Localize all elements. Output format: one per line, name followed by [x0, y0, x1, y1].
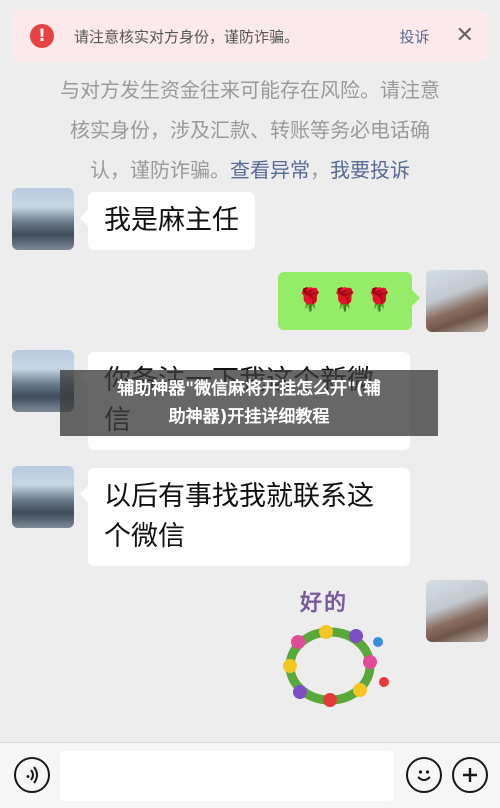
- message-input[interactable]: [60, 751, 394, 801]
- overlay-line-1: 辅助神器"微信麻将开挂怎么开"(辅: [117, 379, 381, 399]
- report-link[interactable]: 投诉: [400, 26, 430, 47]
- message-4-line-2: 个微信: [104, 521, 185, 552]
- report-complaint-link[interactable]: 我要投诉: [330, 158, 410, 182]
- risk-notice: 与对方发生资金往来可能存在风险。请注意 核实身份，涉及汇款、转账等务必电话确 认…: [30, 70, 470, 190]
- voice-icon[interactable]: [14, 757, 50, 793]
- message-bubble-4[interactable]: 以后有事找我就联系这 个微信: [80, 468, 410, 566]
- notice-line-1: 与对方发生资金往来可能存在风险。请注意: [60, 78, 440, 102]
- close-icon[interactable]: ✕: [456, 25, 474, 47]
- message-4-line-1: 以后有事找我就联系这: [104, 481, 374, 512]
- safety-warning-bar: ! 请注意核实对方身份，谨防诈骗。 投诉 ✕: [12, 10, 488, 62]
- warning-text: 请注意核实对方身份，谨防诈骗。: [74, 27, 300, 46]
- message-bubble-2[interactable]: 🌹 🌹 🌹: [278, 272, 420, 330]
- smile-face-icon: [417, 770, 431, 781]
- emoji-icon[interactable]: [406, 757, 442, 793]
- notice-line-3-text: 认，谨防诈骗。: [90, 158, 230, 182]
- plus-icon[interactable]: [452, 757, 488, 793]
- my-avatar[interactable]: [426, 580, 488, 642]
- flower-wreath-sticker[interactable]: [268, 612, 396, 712]
- chat-input-bar: [0, 742, 500, 808]
- contact-avatar[interactable]: [12, 466, 74, 528]
- notice-line-3: 认，谨防诈骗。查看异常，我要投诉: [90, 158, 410, 182]
- plus-sign-icon: [463, 768, 477, 782]
- notice-line-2: 核实身份，涉及汇款、转账等务必电话确: [70, 118, 430, 142]
- warning-icon: !: [30, 24, 54, 48]
- overlay-banner: 辅助神器"微信麻将开挂怎么开"(辅 助神器)开挂详细教程: [60, 370, 438, 436]
- overlay-line-2: 助神器)开挂详细教程: [168, 407, 330, 427]
- message-bubble-1[interactable]: 我是麻主任: [80, 192, 255, 250]
- contact-avatar[interactable]: [12, 188, 74, 250]
- voice-waves-icon: [26, 766, 38, 784]
- view-anomaly-link[interactable]: 查看异常: [230, 158, 310, 182]
- my-avatar[interactable]: [426, 270, 488, 332]
